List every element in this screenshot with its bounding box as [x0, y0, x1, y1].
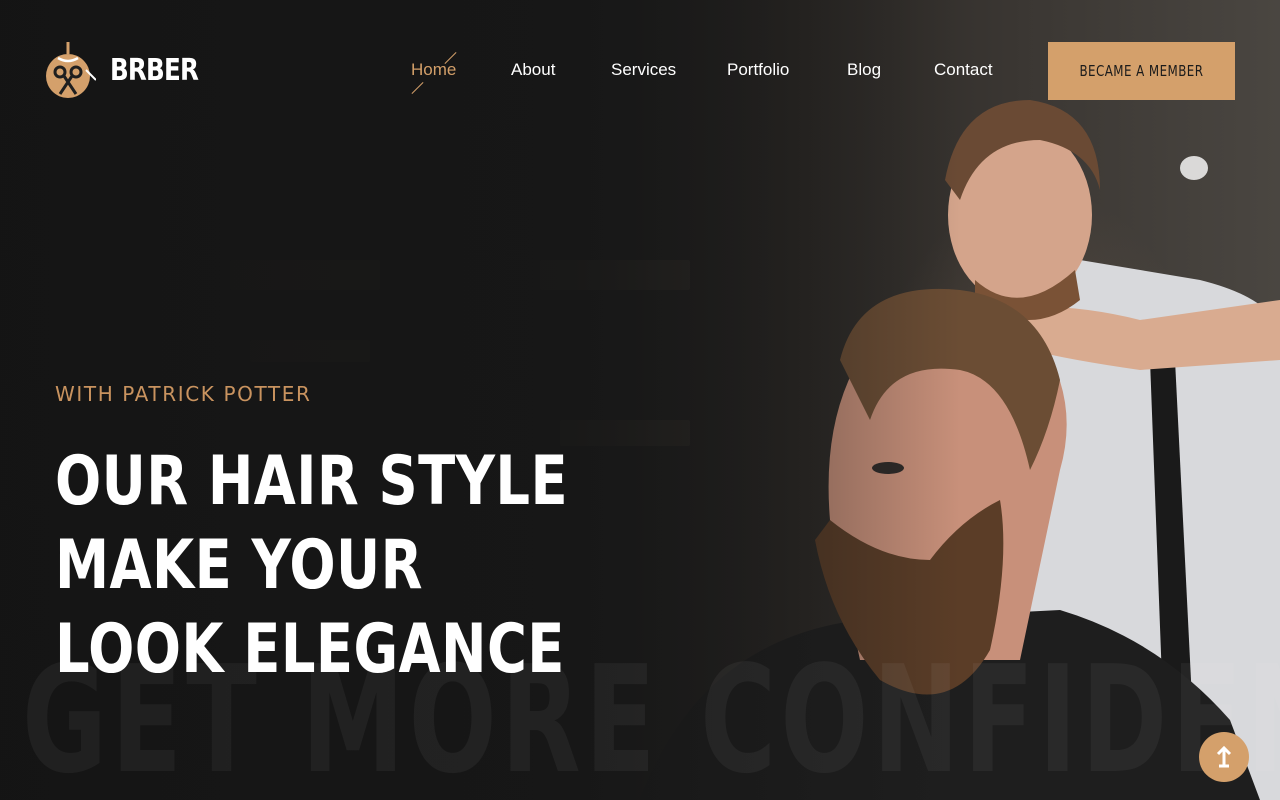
nav-item-contact[interactable]: Contact — [934, 60, 993, 80]
brand-name: BRBER — [110, 52, 199, 88]
button-label: BECAME A MEMBER — [1079, 62, 1204, 80]
arrow-up-icon — [1216, 746, 1232, 768]
nav-item-label: Home — [411, 60, 457, 79]
site-logo[interactable]: BRBER — [44, 40, 217, 100]
nav-item-blog[interactable]: Blog — [847, 60, 881, 80]
headline-line: OUR HAIR STYLE MAKE YOUR — [55, 442, 569, 605]
scissors-logo-icon — [46, 42, 96, 98]
background-watermark-text: GET MORE CONFIDENT — [22, 634, 1280, 800]
nav-item-label: Services — [611, 60, 677, 79]
nav-item-label: Contact — [934, 60, 993, 79]
nav-item-label: Portfolio — [727, 60, 790, 79]
nav-item-about[interactable]: About — [511, 60, 555, 80]
become-member-button[interactable]: BECAME A MEMBER — [1048, 42, 1235, 100]
nav-item-home[interactable]: Home — [411, 51, 457, 95]
hero-eyebrow: WITH PATRICK POTTER — [55, 382, 312, 406]
nav-item-label: About — [511, 60, 556, 79]
nav-item-services[interactable]: Services — [611, 60, 676, 80]
nav-item-label: Blog — [847, 60, 882, 79]
scroll-to-top-button[interactable] — [1199, 732, 1249, 782]
nav-item-portfolio[interactable]: Portfolio — [727, 60, 789, 80]
